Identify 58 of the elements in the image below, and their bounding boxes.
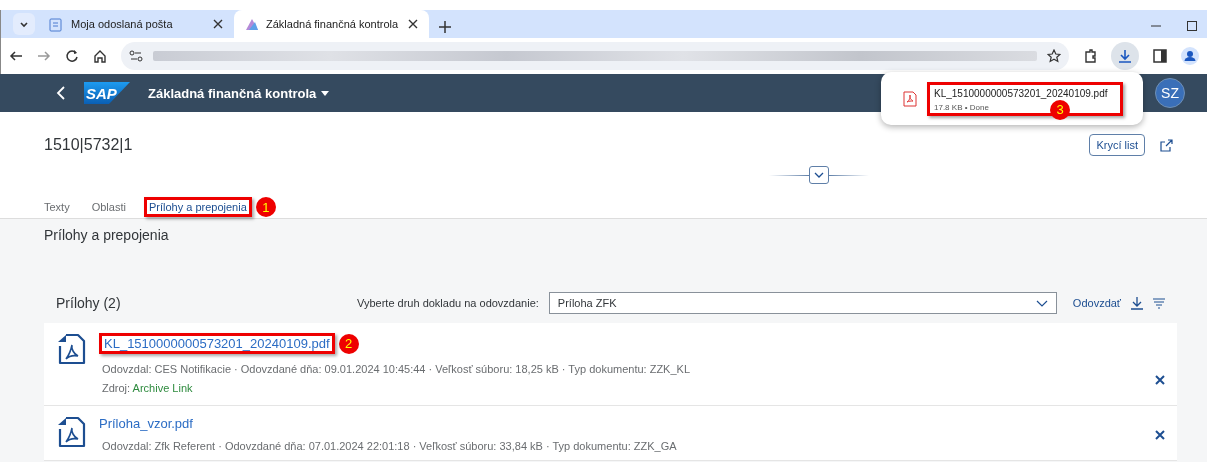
- browser-tab[interactable]: Moja odoslaná pošta: [39, 10, 234, 38]
- download-icon: [1118, 49, 1132, 63]
- site-settings-icon[interactable]: [129, 49, 143, 63]
- forward-arrow-icon[interactable]: [37, 49, 51, 63]
- star-icon[interactable]: [1047, 49, 1061, 63]
- tab-title: Moja odoslaná pošta: [71, 18, 174, 30]
- section-title: Prílohy a prepojenia: [44, 227, 169, 243]
- collapse-header-button[interactable]: [808, 166, 829, 184]
- back-arrow-icon[interactable]: [9, 49, 23, 63]
- app-title[interactable]: Základná finančná kontrola: [148, 85, 330, 101]
- puzzle-icon[interactable]: [1083, 49, 1097, 63]
- archive-link[interactable]: Archive Link: [132, 382, 193, 394]
- delete-icon[interactable]: [1155, 430, 1165, 440]
- attachment-link[interactable]: KL_1510000000573201_20240109.pdf: [104, 336, 330, 351]
- pdf-document-icon: [56, 333, 86, 365]
- chevron-down-icon: [813, 172, 824, 178]
- section-tab[interactable]: Prílohy a prepojenia: [148, 201, 247, 213]
- source-line: Zdroj: Archive Link: [102, 382, 194, 394]
- chevron-down-icon: [18, 19, 30, 29]
- pdf-file-icon: [903, 90, 917, 107]
- side-panel-icon[interactable]: [1153, 49, 1167, 63]
- dropdown-caret-icon: [321, 90, 330, 96]
- section-tab[interactable]: Oblasti: [91, 201, 126, 213]
- section-tab[interactable]: Texty: [44, 201, 70, 213]
- cover-sheet-button[interactable]: Krycí list: [1089, 134, 1145, 156]
- delete-icon[interactable]: [1155, 375, 1165, 385]
- download-button[interactable]: [1111, 42, 1139, 70]
- mail-icon: [49, 16, 63, 32]
- share-icon[interactable]: [1159, 138, 1173, 152]
- download-filename[interactable]: KL_1510000000573201_20240109.pdf: [934, 86, 1108, 100]
- close-icon[interactable]: [407, 18, 419, 30]
- doc-type-label: Vyberte druh dokladu na odovzdanie:: [357, 297, 539, 309]
- download-status: 17.8 KB • Done: [934, 102, 989, 113]
- doc-type-select[interactable]: Príloha ZFK: [548, 292, 1057, 314]
- browser-tab[interactable]: Základná finančná kontrola: [234, 10, 429, 38]
- home-icon[interactable]: [93, 49, 107, 63]
- tab-list-button[interactable]: [13, 13, 35, 35]
- reload-icon[interactable]: [65, 49, 79, 63]
- maximize-icon[interactable]: [1187, 21, 1197, 31]
- upload-link[interactable]: Odovzdať: [1072, 297, 1121, 309]
- close-icon[interactable]: [212, 18, 224, 30]
- plus-icon[interactable]: [439, 21, 451, 33]
- chevron-down-icon: [1035, 299, 1048, 307]
- callout-number: 2: [338, 333, 359, 354]
- download-icon[interactable]: [1131, 296, 1143, 310]
- callout-number: 3: [1050, 99, 1070, 120]
- attachment-details: Odovzdal: CES Notifikacie · Odovzdané dňa: 09.01.2024 10:45:44 · Veľkosť súboru: 18,25 kB · Typ dokumentu: ZZK_KL: [102, 363, 692, 375]
- callout-number: 1: [255, 197, 276, 217]
- pdf-document-icon: [56, 416, 86, 448]
- object-title: 1510|5732|1: [44, 136, 133, 154]
- attachment-link[interactable]: Príloha_vzor.pdf: [99, 416, 193, 431]
- attachment-details: Odovzdal: Zfk Referent · Odovzdané dňa: 07.01.2024 22:01:18 · Veľkosť súboru: 33,84 kB · Typ dokumentu: ZZK_GA: [102, 440, 678, 452]
- list-title: Prílohy (2): [56, 295, 121, 311]
- back-icon[interactable]: [56, 86, 66, 100]
- sap-logo: SAP: [84, 82, 130, 104]
- profile-icon[interactable]: [1181, 47, 1199, 65]
- tab-title: Základná finančná kontrola: [266, 18, 399, 30]
- user-avatar[interactable]: SZ: [1155, 78, 1185, 108]
